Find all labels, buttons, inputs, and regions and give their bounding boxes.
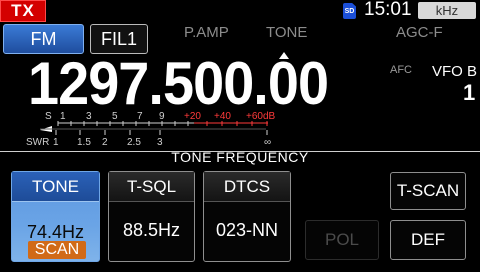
sd-card-label: SD	[344, 8, 355, 15]
dtcs-key-label: DTCS	[204, 172, 290, 202]
frequency-readout[interactable]: 1297.500.00	[28, 54, 329, 114]
tone-key-value: 74.4Hz	[26, 222, 85, 242]
scan-badge: SCAN	[28, 241, 86, 259]
s-scale-label: 3	[86, 111, 92, 122]
s-meter-label: S	[45, 111, 52, 122]
swr-scale-label: 1.5	[77, 137, 91, 148]
swr-scale-label: 2	[102, 137, 108, 148]
s-scale-label: 1	[60, 111, 66, 122]
sd-card-icon: SD	[343, 3, 356, 19]
tsql-key-label: T-SQL	[109, 172, 194, 202]
swr-scale-label: ∞	[264, 137, 271, 148]
tsql-key[interactable]: T-SQL 88.5Hz	[108, 171, 195, 262]
vfo-number: 1	[463, 80, 476, 105]
swr-scale-label: 3	[157, 137, 163, 148]
preamp-indicator: P.AMP	[184, 24, 229, 41]
clock: 15:01	[364, 0, 412, 20]
swr-label: SWR	[26, 137, 49, 148]
s-scale-labels: 1 3 5 7 9	[60, 111, 165, 122]
afc-indicator: AFC	[390, 64, 412, 76]
tscan-button[interactable]: T-SCAN	[390, 172, 466, 210]
s-scale-label: 9	[159, 111, 165, 122]
tx-indicator: TX	[0, 0, 46, 22]
s-scale-label: 5	[112, 111, 118, 122]
s-scale-label: 7	[137, 111, 143, 122]
over-scale-label: +20	[184, 111, 201, 122]
vfo-label: VFO B	[432, 63, 478, 80]
swr-scale-labels: 1 1.5 2 2.5 3 ∞	[53, 137, 271, 148]
s-meter: S 1 3 5 7 9 +20 +40 +60dB SWR 1 1.5 2 2.5 3 ∞	[26, 111, 276, 148]
over-scale-labels: +20 +40 +60dB	[184, 111, 276, 122]
over-scale-label: +40	[214, 111, 231, 122]
def-button[interactable]: DEF	[390, 220, 466, 260]
dtcs-key[interactable]: DTCS 023-NN	[203, 171, 291, 262]
swr-scale-label: 2.5	[127, 137, 141, 148]
swr-ticks	[55, 130, 268, 135]
tsql-key-value: 88.5Hz	[122, 220, 181, 240]
pol-button[interactable]: POL	[305, 220, 379, 260]
over-scale-label: +60dB	[246, 111, 276, 122]
dtcs-key-value: 023-NN	[215, 220, 279, 240]
tone-panel-title: TONE FREQUENCY	[171, 149, 309, 165]
tone-indicator: TONE	[266, 24, 308, 41]
tone-key-label: TONE	[12, 172, 99, 202]
agc-indicator: AGC-F	[396, 24, 443, 41]
tuning-step-unit-button[interactable]: kHz	[418, 2, 476, 19]
swr-scale-label: 1	[53, 137, 59, 148]
